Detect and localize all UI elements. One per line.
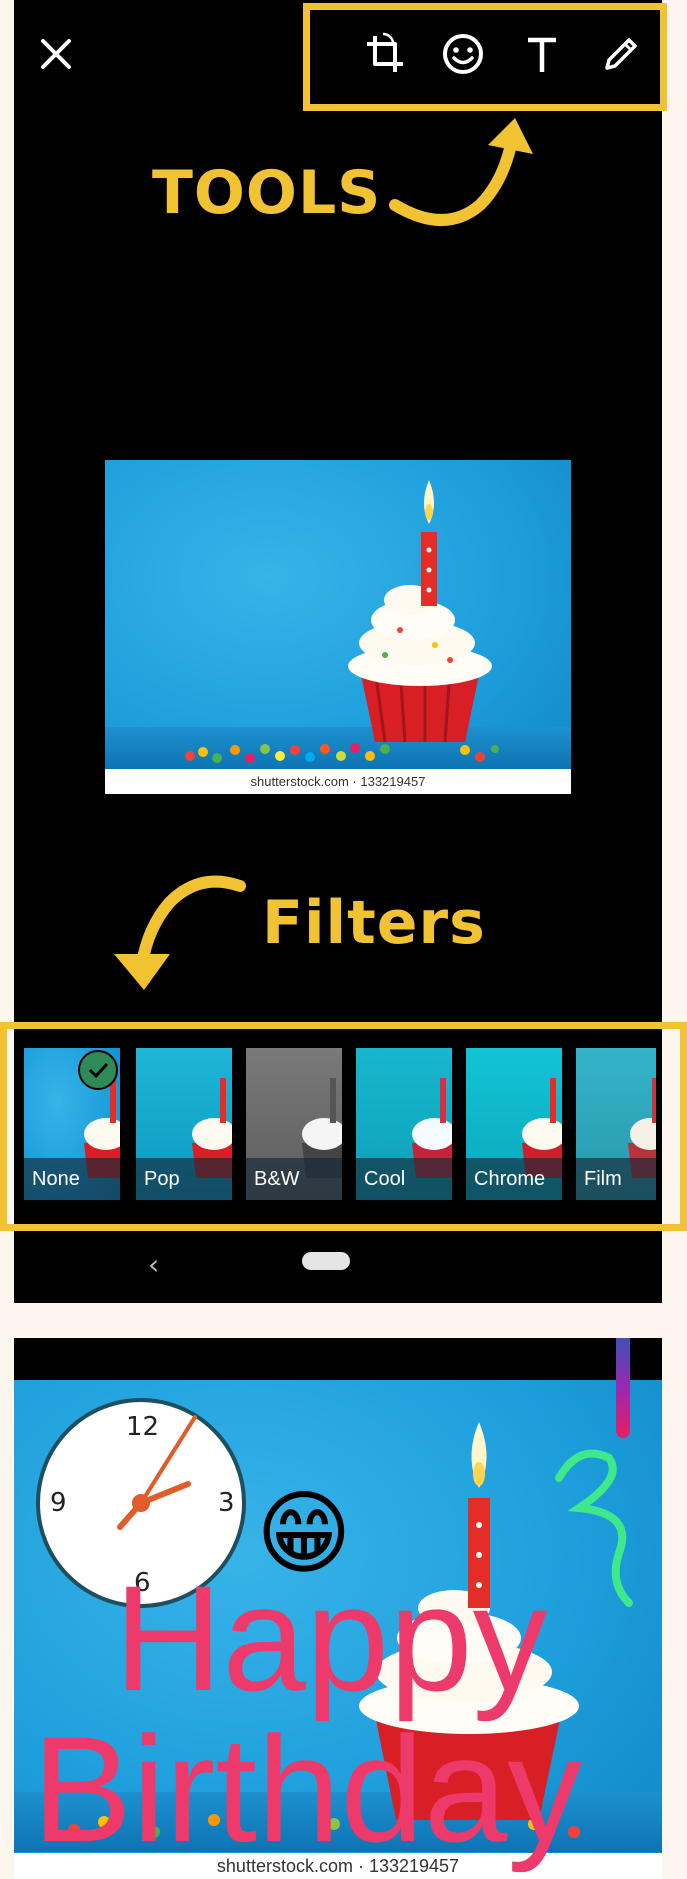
emoji-sticker-button[interactable] — [433, 24, 493, 84]
curved-arrow-up-icon — [389, 118, 533, 226]
pencil-draw-icon — [605, 38, 637, 70]
emoji-sticker-icon — [443, 34, 483, 74]
filter-label: Film — [576, 1158, 656, 1200]
edited-image-screen: shutterstock.com · 133219457 12 3 6 9 😁 … — [14, 1338, 662, 1879]
nav-back-button[interactable]: ‹ — [148, 1248, 159, 1281]
hand-drawn-doodle[interactable] — [539, 1443, 644, 1613]
filter-label: Cool — [356, 1158, 452, 1200]
photo-preview: shutterstock.com · 133219457 — [105, 460, 571, 794]
watermark-text: shutterstock.com · 133219457 — [105, 769, 571, 794]
text-overlay-happy[interactable]: Happy — [114, 1563, 548, 1713]
draw-tool-button[interactable] — [591, 24, 651, 84]
nav-home-button[interactable] — [302, 1252, 350, 1270]
crop-rotate-icon — [367, 32, 403, 72]
filter-film-thumb[interactable]: Film — [576, 1048, 656, 1200]
filter-label: B&W — [246, 1158, 342, 1200]
close-icon — [41, 39, 71, 69]
filter-label: Chrome — [466, 1158, 562, 1200]
curved-arrow-down-icon — [114, 875, 246, 990]
crop-rotate-button[interactable] — [355, 24, 415, 84]
filter-bw-thumb[interactable]: B&W — [246, 1048, 342, 1200]
tools-annotation-label: TOOLS — [152, 158, 382, 228]
cupcake-image — [185, 480, 499, 763]
selected-checkmark-icon — [78, 1050, 118, 1090]
filter-cool-thumb[interactable]: Cool — [356, 1048, 452, 1200]
filter-label: Pop — [136, 1158, 232, 1200]
close-button[interactable] — [26, 24, 86, 84]
text-tool-button[interactable] — [512, 24, 572, 84]
filter-label: None — [24, 1158, 120, 1200]
filter-chrome-thumb[interactable]: Chrome — [466, 1048, 562, 1200]
text-icon — [528, 37, 556, 72]
filter-pop-thumb[interactable]: Pop — [136, 1048, 232, 1200]
text-overlay-birthday[interactable]: Birthday — [32, 1714, 582, 1864]
filter-none-thumb[interactable]: None — [24, 1048, 120, 1200]
color-picker-slider[interactable] — [616, 1338, 630, 1438]
filters-annotation-label: Filters — [262, 888, 486, 958]
